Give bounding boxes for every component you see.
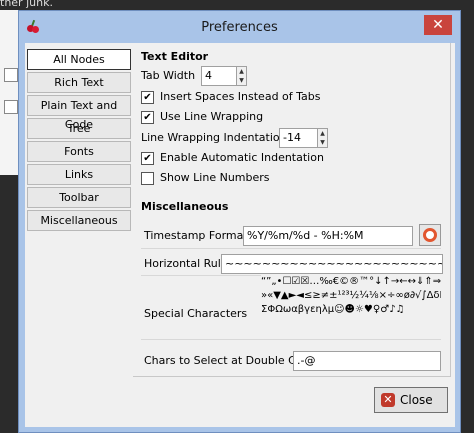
insert-spaces-label: Insert Spaces Instead of Tabs — [160, 90, 321, 103]
close-button-label: Close — [400, 393, 433, 407]
nav-item-plain-text-and-code[interactable]: Plain Text and Code — [27, 95, 131, 131]
wrap-indent-label: Line Wrapping Indentation — [141, 131, 287, 144]
close-icon[interactable]: ✕ — [424, 15, 452, 35]
nav-item-fonts[interactable]: Fonts — [27, 141, 131, 162]
line-numbers-checkbox[interactable] — [141, 172, 154, 185]
window-title: Preferences — [201, 20, 278, 35]
tab-width-label: Tab Width — [141, 69, 196, 82]
line-numbers-label: Show Line Numbers — [160, 171, 270, 184]
line-wrapping-label: Use Line Wrapping — [160, 110, 264, 123]
insert-spaces-row[interactable]: ✔ Insert Spaces Instead of Tabs — [141, 89, 421, 105]
separator — [141, 339, 441, 340]
settings-nav: All Nodes Rich Text Plain Text and Code … — [27, 49, 131, 233]
special-characters-field[interactable]: “”„•☐☑☒…‰€©®™°↓↑→←↔⇓⇑⇒⇐⇔ »«▼▲►◄≤≥≠±¹²³½¼… — [261, 275, 441, 325]
auto-indent-checkbox[interactable]: ✔ — [141, 152, 154, 165]
insert-spaces-checkbox[interactable]: ✔ — [141, 91, 154, 104]
separator — [141, 248, 441, 249]
background-checkbox — [4, 68, 18, 82]
timestamp-format-label: Timestamp Format — [144, 229, 248, 242]
line-numbers-row[interactable]: Show Line Numbers — [141, 170, 421, 186]
tab-width-input[interactable]: 4 — [201, 66, 237, 86]
close-button[interactable]: ✕ Close — [374, 387, 448, 413]
background-checkbox — [4, 100, 18, 114]
lifebuoy-icon[interactable] — [419, 224, 441, 246]
auto-indent-row[interactable]: ✔ Enable Automatic Indentation — [141, 150, 421, 166]
special-characters-line: “”„•☐☑☒…‰€©®™°↓↑→←↔⇓⇑⇒⇐⇔ — [261, 276, 441, 287]
line-wrapping-row[interactable]: ✔ Use Line Wrapping — [141, 109, 421, 125]
special-characters-label: Special Characters — [144, 307, 248, 320]
settings-panel: Text Editor Tab Width 4 ▲ ▼ ✔ Insert Spac… — [133, 43, 451, 377]
title-bar[interactable]: Preferences ✕ — [19, 11, 460, 43]
chars-to-select-input[interactable]: .-@ — [293, 351, 441, 371]
horizontal-rule-input[interactable]: ~~~~~~~~~~~~~~~~~~~~~~~~~~~~~~~~~~~~~~~ — [221, 254, 443, 274]
nav-item-toolbar[interactable]: Toolbar — [27, 187, 131, 208]
dialog-client-area: All Nodes Rich Text Plain Text and Code … — [25, 43, 455, 427]
text-editor-heading: Text Editor — [141, 50, 209, 63]
horizontal-rule-label: Horizontal Rule — [144, 257, 228, 270]
wrap-indent-input[interactable]: -14 — [279, 128, 318, 148]
close-icon: ✕ — [381, 393, 395, 407]
nav-item-all-nodes[interactable]: All Nodes — [27, 49, 131, 70]
miscellaneous-heading: Miscellaneous — [141, 200, 229, 213]
special-characters-line: »«▼▲►◄≤≥≠±¹²³½¼⅛×÷∞ø∂√∫ΔδΠπ — [261, 290, 441, 301]
tab-width-spinner[interactable]: ▲ ▼ — [236, 66, 247, 86]
nav-item-tree[interactable]: Tree — [27, 118, 131, 139]
wrap-indent-spinner[interactable]: ▲ ▼ — [317, 128, 328, 148]
background-text: ther junk. — [0, 0, 53, 9]
nav-item-rich-text[interactable]: Rich Text — [27, 72, 131, 93]
chars-to-select-label: Chars to Select at Double Click — [144, 354, 315, 367]
nav-item-links[interactable]: Links — [27, 164, 131, 185]
auto-indent-label: Enable Automatic Indentation — [160, 151, 324, 164]
nav-item-miscellaneous[interactable]: Miscellaneous — [27, 210, 131, 231]
line-wrapping-checkbox[interactable]: ✔ — [141, 111, 154, 124]
special-characters-line: ΣΦΩωαβγεηλμ☺☻☼♥♀♂♪♫ — [261, 304, 405, 315]
timestamp-format-input[interactable]: %Y/%m/%d - %H:%M — [243, 226, 413, 246]
preferences-window: Preferences ✕ All Nodes Rich Text Plain … — [18, 10, 461, 433]
